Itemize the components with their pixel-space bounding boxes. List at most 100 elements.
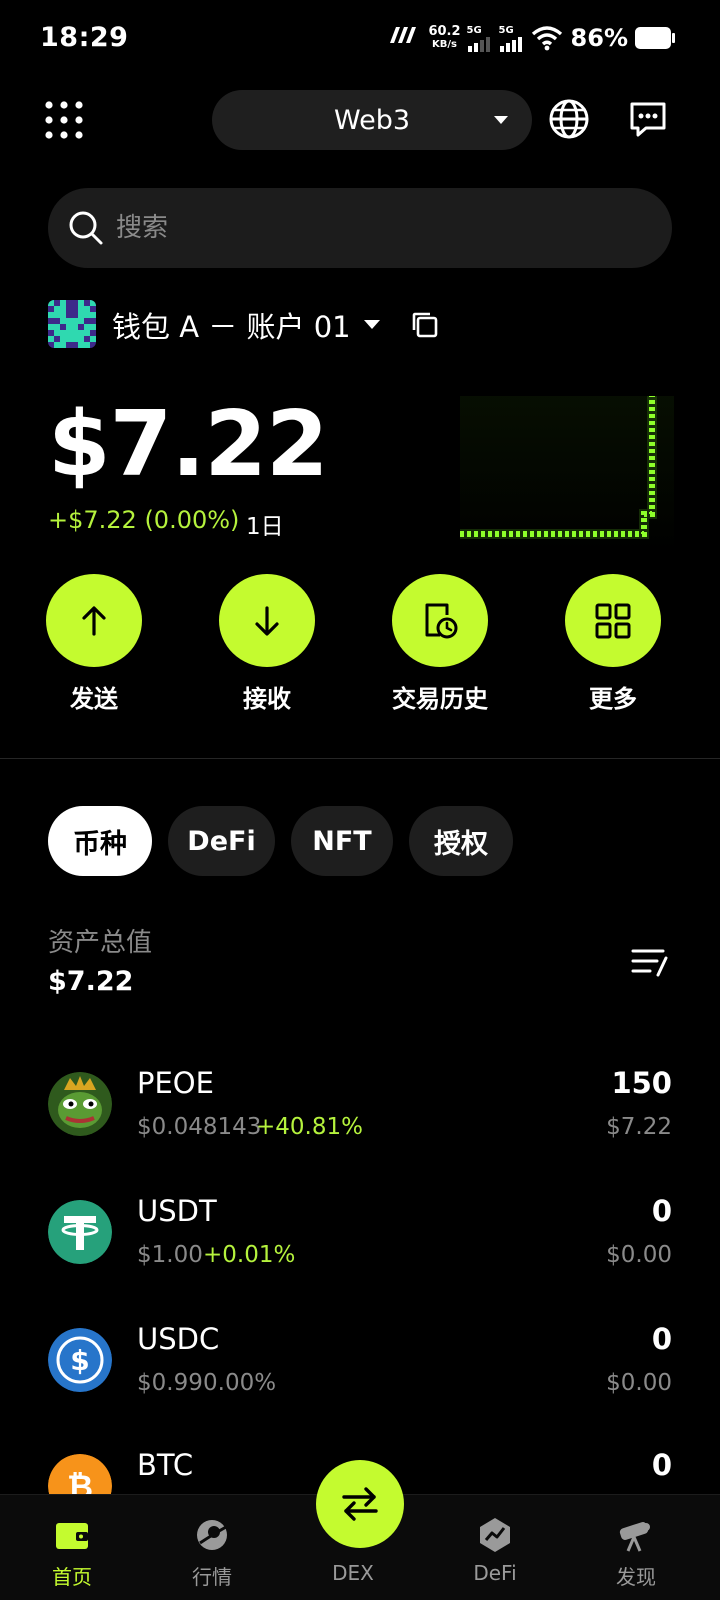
wallet-account-name[interactable]: 钱包 A － 账户 01 [112, 304, 351, 346]
nav-label: 首页 [52, 1565, 92, 1589]
more-action[interactable]: 更多 [548, 574, 678, 714]
tether-icon [48, 1200, 112, 1264]
arrow-down-icon [255, 605, 279, 636]
token-row-peoe[interactable]: PEOE $0.048143 +40.81% 150 $7.22 [0, 1052, 720, 1162]
chevron-down-icon [494, 116, 508, 124]
history-button[interactable] [392, 574, 488, 667]
network-selector[interactable]: Web3 [212, 90, 532, 150]
token-quantity: 0 [651, 1448, 672, 1482]
battery-icon [635, 27, 675, 49]
battery-percent: 86% [570, 24, 628, 52]
nav-market[interactable]: 行情 [162, 1515, 262, 1595]
grid-menu-button[interactable] [44, 100, 84, 140]
token-row-usdc[interactable]: $ USDC $0.99 0.00% 0 $0.00 [0, 1308, 720, 1418]
status-bar: 18:29 60.2 KB/s 5G 5G 86% [0, 0, 720, 80]
token-change: +0.01% [203, 1242, 296, 1268]
history-label: 交易历史 [392, 685, 488, 713]
token-row-usdt[interactable]: USDT $1.00 +0.01% 0 $0.00 [0, 1180, 720, 1290]
token-symbol: BTC [137, 1448, 194, 1482]
wifi-icon [531, 26, 562, 51]
balance-change: +$7.22 (0.00%) [48, 506, 240, 534]
more-button[interactable] [565, 574, 661, 667]
nav-home[interactable]: 首页 [22, 1515, 122, 1595]
signal-bars-icon [467, 36, 490, 52]
swap-icon [342, 1487, 378, 1521]
token-value: $0.00 [606, 1242, 672, 1268]
sim2-signal: 5G [499, 25, 525, 52]
globe-icon [549, 99, 589, 139]
token-value: $0.00 [606, 1370, 672, 1396]
language-button[interactable] [548, 98, 590, 140]
search-icon [69, 211, 103, 245]
tab-defi[interactable]: DeFi [168, 806, 275, 876]
sim2-label: 5G [498, 24, 514, 36]
nav-label: DeFi [473, 1561, 517, 1585]
grid-menu-icon [45, 101, 83, 139]
total-balance: $7.22 [48, 392, 329, 497]
receive-button[interactable] [219, 574, 315, 667]
receive-label: 接收 [243, 685, 291, 713]
token-value: $7.22 [606, 1114, 672, 1140]
arrow-up-icon [82, 605, 106, 636]
search-bar[interactable] [48, 188, 672, 268]
tab-coins[interactable]: 币种 [48, 806, 152, 876]
token-icon [48, 1072, 112, 1136]
copy-address-button[interactable] [410, 310, 440, 340]
send-button[interactable] [46, 574, 142, 667]
nav-label: 发现 [616, 1565, 656, 1589]
nav-label: DEX [332, 1561, 374, 1585]
carrier-logo [388, 25, 418, 51]
token-quantity: 0 [651, 1194, 672, 1228]
assets-total-value: $7.22 [48, 966, 134, 997]
status-indicators: 60.2 KB/s 5G 5G 86% [388, 24, 676, 52]
token-change: +40.81% [256, 1114, 363, 1140]
history-icon [425, 603, 458, 638]
net-speed-unit: KB/s [432, 39, 457, 50]
send-label: 发送 [70, 685, 118, 713]
search-input[interactable] [116, 188, 636, 268]
token-quantity: 0 [651, 1322, 672, 1356]
pepe-frog-icon [48, 1072, 112, 1136]
status-time: 18:29 [40, 22, 129, 53]
nav-discover[interactable]: 发现 [586, 1515, 686, 1595]
chat-icon [630, 102, 666, 137]
usdc-icon: $ [48, 1328, 112, 1392]
token-change: 0.00% [203, 1370, 277, 1396]
sort-list-icon [631, 949, 668, 977]
chevron-down-icon[interactable] [364, 320, 380, 329]
more-grid-icon [595, 603, 631, 638]
history-action[interactable]: 交易历史 [375, 574, 505, 714]
net-speed-value: 60.2 [428, 24, 461, 39]
discover-icon [619, 1522, 650, 1552]
tab-nft[interactable]: NFT [291, 806, 393, 876]
wallet-avatar[interactable] [48, 300, 96, 348]
signal-bars-icon [499, 36, 522, 52]
token-icon [48, 1200, 112, 1264]
sim1-label: 5G [466, 24, 482, 36]
nav-defi[interactable]: DeFi [445, 1515, 545, 1595]
send-action[interactable]: 发送 [29, 574, 159, 714]
network-label: Web3 [333, 104, 411, 136]
nav-label: 行情 [192, 1565, 232, 1589]
balance-sparkline [460, 396, 674, 552]
net-speed: 60.2 KB/s [428, 25, 460, 51]
svg-text:$: $ [70, 1344, 89, 1377]
token-price: $0.048143 [137, 1114, 262, 1140]
section-divider [0, 758, 720, 759]
more-label: 更多 [589, 685, 637, 713]
token-symbol: USDC [137, 1322, 220, 1356]
sort-filter-button[interactable] [630, 946, 670, 980]
token-price: $0.99 [137, 1370, 203, 1396]
pixel-avatar-icon [48, 300, 96, 348]
balance-period[interactable]: 1日 [246, 507, 284, 541]
defi-icon [480, 1518, 510, 1552]
assets-total-label: 资产总值 [48, 928, 153, 958]
market-icon [197, 1520, 227, 1550]
dex-swap-button[interactable] [316, 1460, 404, 1548]
tab-approvals[interactable]: 授权 [409, 806, 513, 876]
receive-action[interactable]: 接收 [202, 574, 332, 714]
token-icon: $ [48, 1328, 112, 1392]
copy-icon [412, 312, 438, 338]
messages-button[interactable] [628, 100, 668, 140]
token-symbol: USDT [137, 1194, 217, 1228]
